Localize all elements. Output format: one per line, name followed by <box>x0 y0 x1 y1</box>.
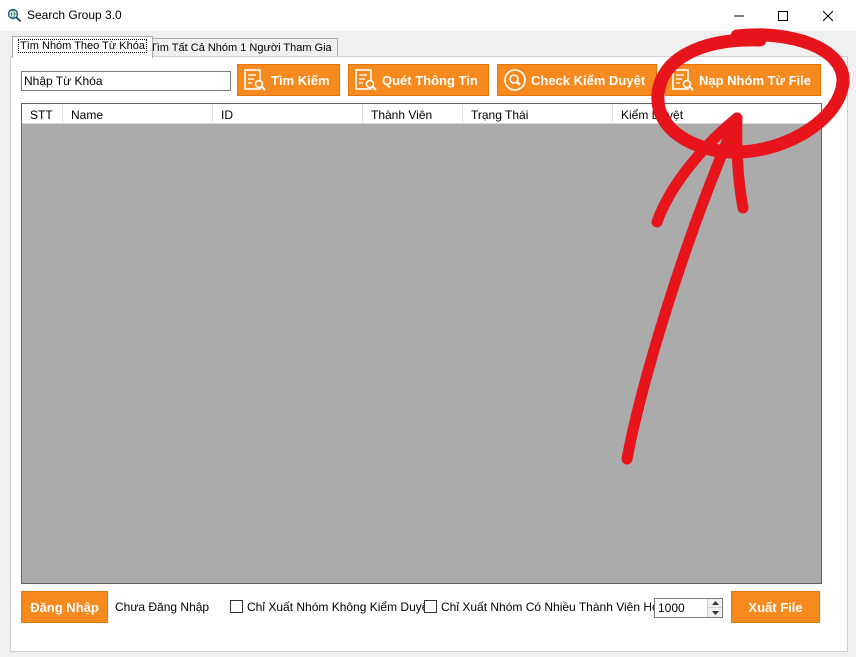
column-header-stt[interactable]: STT <box>22 104 63 124</box>
column-header-id[interactable]: ID <box>213 104 363 124</box>
search-button[interactable]: Tìm Kiếm <box>237 64 340 96</box>
tab-label: Tìm Nhóm Theo Từ Khóa <box>18 39 147 53</box>
column-header-name[interactable]: Name <box>63 104 213 124</box>
export-min-members-label[interactable]: Chỉ Xuất Nhóm Có Nhiều Thành Viên Hơn <box>441 600 667 614</box>
window-title: Search Group 3.0 <box>27 8 122 22</box>
login-button-label: Đăng Nhập <box>30 599 99 615</box>
login-button[interactable]: Đăng Nhập <box>21 591 108 623</box>
tab-keyword-search[interactable]: Tìm Nhóm Theo Từ Khóa <box>12 36 153 58</box>
export-min-members-checkbox[interactable] <box>424 600 437 613</box>
stepper-down-button[interactable] <box>708 608 722 617</box>
scan-info-button[interactable]: Quét Thông Tin <box>348 64 489 96</box>
list-search-icon <box>355 69 377 91</box>
groups-data-grid[interactable]: STT Name ID Thành Viên Trạng Thái Kiểm D… <box>21 103 822 584</box>
load-groups-from-file-button[interactable]: Nạp Nhóm Từ File <box>665 64 821 96</box>
export-unmoderated-only-checkbox[interactable] <box>230 600 243 613</box>
column-header-moderation[interactable]: Kiểm Duyệt <box>613 104 821 124</box>
column-header-members[interactable]: Thành Viên <box>363 104 463 124</box>
login-status-text: Chưa Đăng Nhập <box>115 600 210 614</box>
grid-header: STT Name ID Thành Viên Trạng Thái Kiểm D… <box>22 104 821 124</box>
globe-search-icon <box>7 8 22 23</box>
list-search-icon <box>244 69 266 91</box>
scan-info-button-label: Quét Thông Tin <box>382 72 478 88</box>
magnifier-circle-icon <box>504 69 526 91</box>
close-button[interactable] <box>805 0 851 31</box>
check-moderation-button-label: Check Kiểm Duyệt <box>531 72 646 88</box>
close-icon <box>823 10 833 21</box>
minimize-button[interactable] <box>716 0 762 31</box>
member-threshold-value: 1000 <box>658 601 685 615</box>
stepper-buttons <box>707 599 722 617</box>
chevron-up-icon <box>711 601 719 605</box>
maximize-button[interactable] <box>760 0 806 31</box>
export-file-button-label: Xuất File <box>748 599 803 615</box>
tab-member-groups[interactable]: Tìm Tất Cả Nhóm 1 Người Tham Gia <box>144 38 338 58</box>
list-search-icon <box>672 69 694 91</box>
column-header-status[interactable]: Trạng Thái <box>463 104 613 124</box>
maximize-icon <box>778 10 788 21</box>
stepper-up-button[interactable] <box>708 599 722 608</box>
keyword-input[interactable] <box>21 71 231 91</box>
member-threshold-stepper[interactable]: 1000 <box>654 598 723 618</box>
title-bar: Search Group 3.0 <box>0 0 856 31</box>
search-button-label: Tìm Kiếm <box>271 72 330 88</box>
chevron-down-icon <box>711 610 719 615</box>
check-moderation-button[interactable]: Check Kiểm Duyệt <box>497 64 657 96</box>
export-unmoderated-only-label[interactable]: Chỉ Xuất Nhóm Không Kiểm Duyệt <box>247 600 432 614</box>
minimize-icon <box>734 15 744 16</box>
load-groups-from-file-button-label: Nạp Nhóm Từ File <box>699 72 811 88</box>
export-file-button[interactable]: Xuất File <box>731 591 820 623</box>
tab-label: Tìm Tất Cả Nhóm 1 Người Tham Gia <box>150 42 332 54</box>
